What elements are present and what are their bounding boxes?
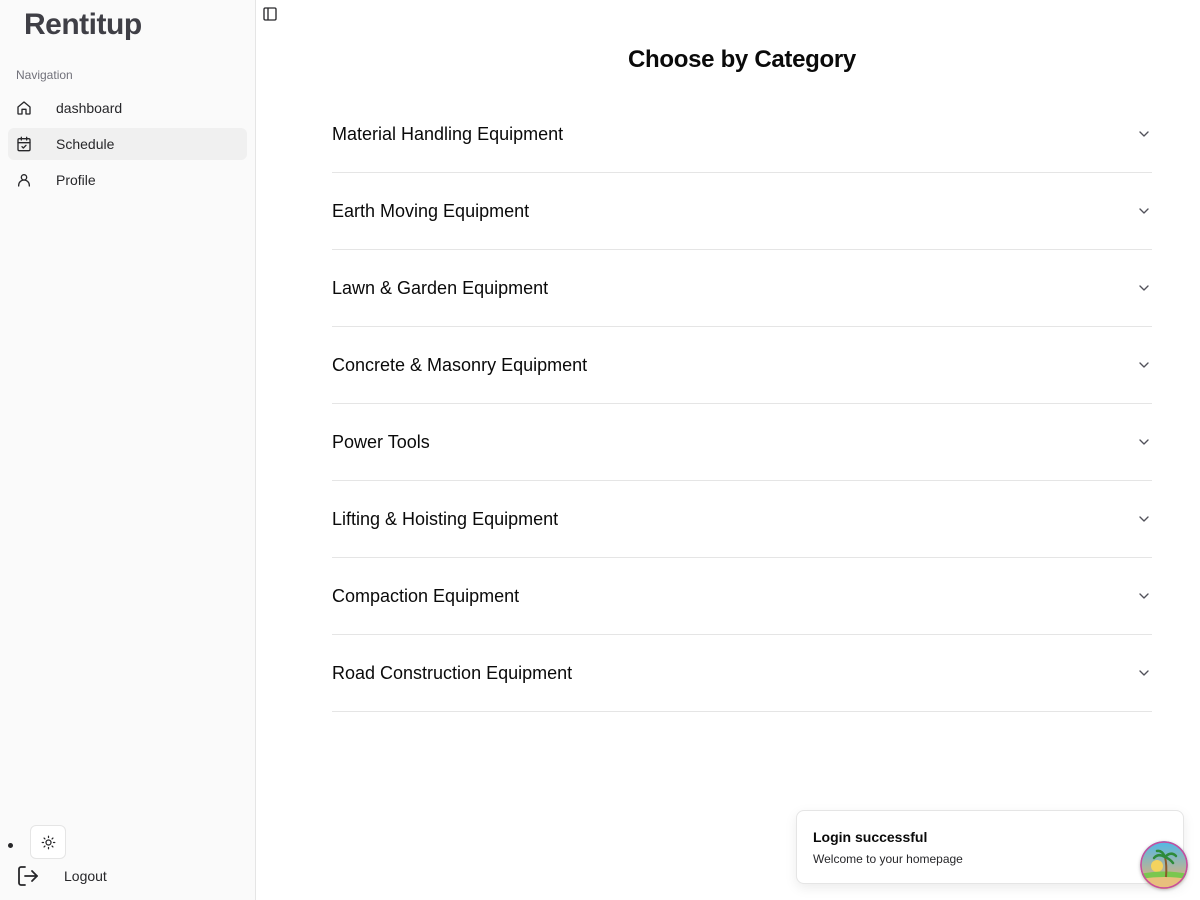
sun-icon <box>41 835 56 850</box>
theme-toggle-button[interactable] <box>30 825 66 859</box>
category-item-power-tools[interactable]: Power Tools <box>332 404 1152 481</box>
user-icon <box>16 172 32 188</box>
category-label: Power Tools <box>332 431 430 452</box>
toast-notification: Login successful Welcome to your homepag… <box>796 810 1184 884</box>
chevron-down-icon <box>1136 434 1152 450</box>
sidebar-item-label: Schedule <box>56 136 115 152</box>
category-item-concrete-masonry[interactable]: Concrete & Masonry Equipment <box>332 327 1152 404</box>
calendar-check-icon <box>16 136 32 152</box>
sidebar-item-dashboard[interactable]: dashboard <box>8 92 247 124</box>
sidebar-item-label: dashboard <box>56 100 123 116</box>
chevron-down-icon <box>1136 126 1152 142</box>
category-item-road-construction[interactable]: Road Construction Equipment <box>332 635 1152 712</box>
category-label: Material Handling Equipment <box>332 123 564 144</box>
sidebar-item-profile[interactable]: Profile <box>8 164 247 196</box>
category-label: Lawn & Garden Equipment <box>332 277 549 298</box>
sidebar-toggle-button[interactable] <box>262 6 278 22</box>
category-label: Compaction Equipment <box>332 585 520 606</box>
chevron-down-icon <box>1136 203 1152 219</box>
category-label: Earth Moving Equipment <box>332 200 530 221</box>
toast-title: Login successful <box>813 829 928 845</box>
page-title: Choose by Category <box>628 46 856 73</box>
list-bullet <box>8 843 13 848</box>
category-item-material-handling[interactable]: Material Handling Equipment <box>332 96 1152 173</box>
chevron-down-icon <box>1136 280 1152 296</box>
app-logo[interactable]: Rentitup <box>24 8 142 42</box>
category-item-compaction[interactable]: Compaction Equipment <box>332 558 1152 635</box>
category-item-lifting-hoisting[interactable]: Lifting & Hoisting Equipment <box>332 481 1152 558</box>
sidebar-nav: dashboard Schedule Profile <box>8 92 247 200</box>
panel-left-icon <box>262 6 278 22</box>
logout-icon <box>16 864 64 888</box>
logout-label: Logout <box>64 868 107 884</box>
home-icon <box>16 100 32 116</box>
chevron-down-icon <box>1136 665 1152 681</box>
logout-button[interactable]: Logout <box>16 864 107 888</box>
sidebar: Rentitup Navigation dashboard Schedule P… <box>0 0 256 900</box>
chevron-down-icon <box>1136 357 1152 373</box>
beach-avatar-icon <box>1140 841 1188 889</box>
category-label: Road Construction Equipment <box>332 662 573 683</box>
category-label: Lifting & Hoisting Equipment <box>332 508 559 529</box>
toast-description: Welcome to your homepage <box>813 852 963 866</box>
avatar[interactable] <box>1140 841 1188 889</box>
category-accordion: Material Handling Equipment Earth Moving… <box>332 96 1152 712</box>
category-item-earth-moving[interactable]: Earth Moving Equipment <box>332 173 1152 250</box>
chevron-down-icon <box>1136 588 1152 604</box>
chevron-down-icon <box>1136 511 1152 527</box>
category-item-lawn-garden[interactable]: Lawn & Garden Equipment <box>332 250 1152 327</box>
sidebar-item-schedule[interactable]: Schedule <box>8 128 247 160</box>
sidebar-item-label: Profile <box>56 172 96 188</box>
nav-group-label: Navigation <box>16 68 73 82</box>
category-label: Concrete & Masonry Equipment <box>332 354 588 375</box>
